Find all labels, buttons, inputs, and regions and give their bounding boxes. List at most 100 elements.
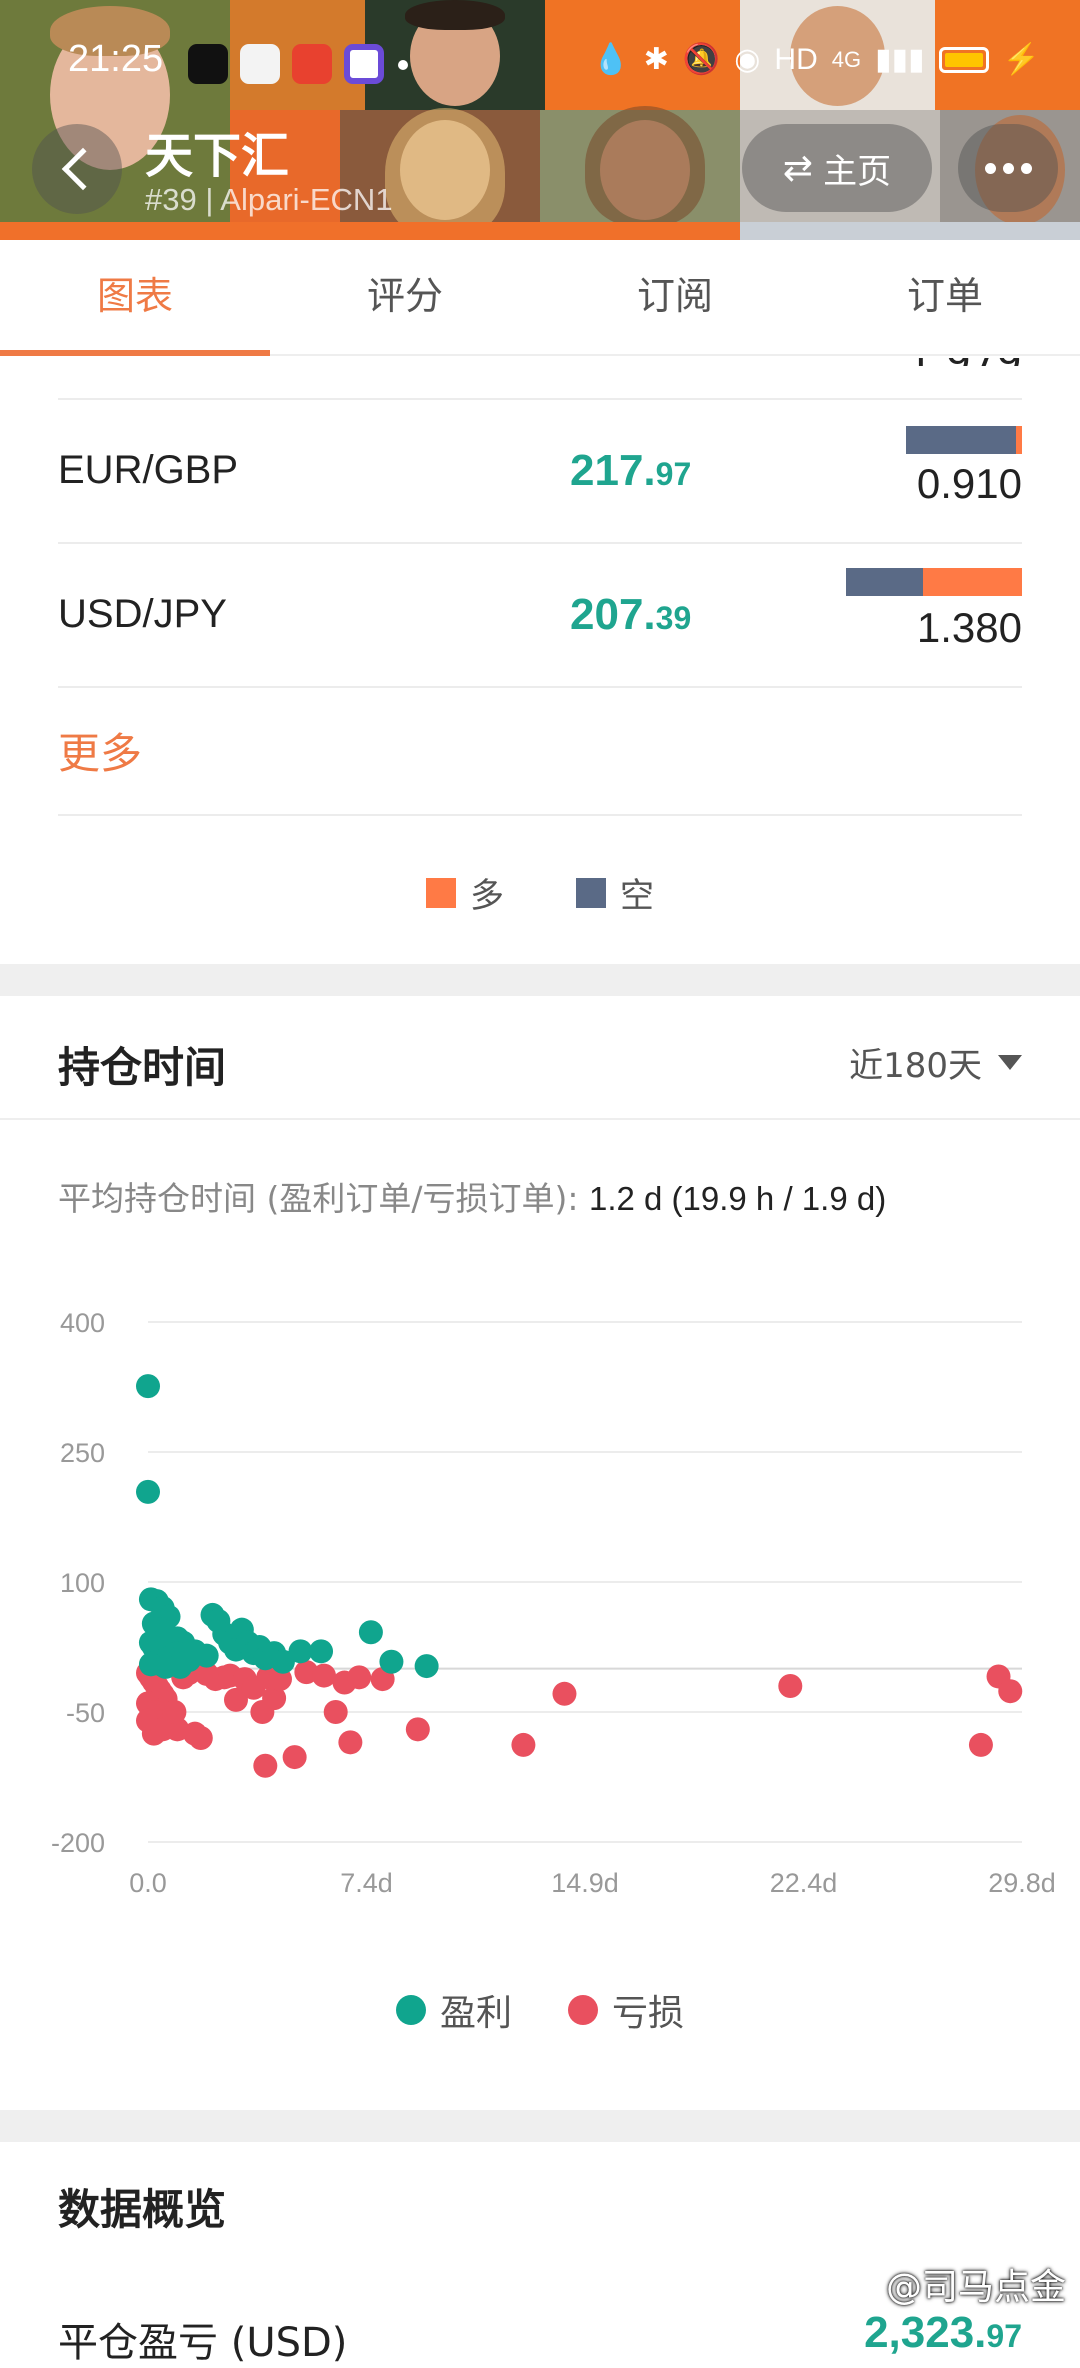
legend-swatch xyxy=(426,877,456,908)
more-options-button[interactable] xyxy=(958,124,1058,212)
average-holding-value: 1.2 d (19.9 h / 1.9 d) xyxy=(588,1180,887,1217)
more-pairs-link[interactable]: 更多 xyxy=(58,720,142,781)
home-button-label: 主页 xyxy=(823,151,892,192)
y-tick-label: 400 xyxy=(60,1308,105,1338)
pair-name: USD/JPY xyxy=(58,592,227,636)
pair-profit: 207.39 xyxy=(570,590,692,639)
scatter-point xyxy=(323,1700,348,1724)
scatter-point xyxy=(194,1643,219,1668)
dot-icon xyxy=(398,60,408,70)
more-dots-icon xyxy=(984,162,996,174)
legend-long: 多 xyxy=(426,868,504,917)
signal-icon: ▮▮▮ xyxy=(875,43,925,76)
bluetooth-icon: ✱ xyxy=(643,43,669,76)
x-tick-label: 0.0 xyxy=(129,1868,167,1898)
tab-orders[interactable]: 订单 xyxy=(810,240,1080,354)
pair-profit: 217.97 xyxy=(570,446,692,495)
scatter-point xyxy=(379,1649,404,1674)
battery-icon xyxy=(938,46,989,73)
pair-list: 1.979 EUR/GBP 217.97 0.910 USD/JPY 207.3… xyxy=(0,356,1080,962)
back-arrow-icon xyxy=(61,147,105,191)
app-icon xyxy=(292,44,332,84)
home-button[interactable]: ⇄ 主页 xyxy=(742,124,932,212)
network-label: HD xyxy=(774,42,818,76)
holding-time-scatter-chart: 400 250 100 -50 -200 0.0 7.4d 14.9d 22.4d 29.8d xyxy=(51,1308,1056,1898)
legend-short: 空 xyxy=(576,868,654,917)
signal-label: 4G xyxy=(831,46,862,72)
app-icon xyxy=(344,44,384,84)
section-divider xyxy=(0,2110,1080,2142)
pair-name: EUR/GBP xyxy=(58,448,239,492)
scatter-point xyxy=(188,1726,213,1750)
overview-value: 2,323.97 xyxy=(864,2308,1022,2357)
short-bar-segment xyxy=(906,426,1017,454)
section-title: 持仓时间 xyxy=(58,1043,227,1092)
x-tick-label: 29.8d xyxy=(988,1868,1056,1898)
y-tick-label: 100 xyxy=(60,1568,105,1598)
scatter-point xyxy=(288,1639,313,1664)
water-drop-icon: 💧 xyxy=(592,43,630,76)
tab-rating[interactable]: 评分 xyxy=(270,240,540,354)
pair-lots: 0.910 xyxy=(916,460,1022,507)
y-tick-label: -50 xyxy=(66,1698,105,1728)
scatter-point xyxy=(552,1681,577,1706)
location-icon: ◉ xyxy=(734,43,761,76)
pair-row[interactable]: USD/JPY 207.39 1.380 xyxy=(58,544,1022,686)
watermark: @司马点金 xyxy=(885,2267,1066,2308)
charging-icon: ⚡ xyxy=(1002,43,1040,76)
scatter-point xyxy=(778,1674,803,1698)
tiktok-icon xyxy=(188,44,228,84)
long-short-bar xyxy=(846,568,1022,596)
overview-title: 数据概览 xyxy=(58,2185,227,2234)
dropdown-arrow-icon xyxy=(998,1055,1022,1070)
legend-loss: 亏损 xyxy=(568,1984,684,2036)
long-bar-segment xyxy=(1016,426,1022,454)
swap-icon: ⇄ xyxy=(782,147,814,189)
section-divider xyxy=(0,964,1080,996)
app-icon xyxy=(240,44,280,84)
scatter-point xyxy=(282,1745,307,1770)
clipped-lots-value: 1.979 xyxy=(907,358,1022,366)
short-bar-segment xyxy=(846,568,924,596)
divider xyxy=(58,814,1022,816)
banner-accent-bar xyxy=(0,222,740,240)
x-tick-label: 14.9d xyxy=(551,1868,619,1898)
mute-icon: 🔕 xyxy=(682,43,721,76)
scatter-point xyxy=(511,1732,536,1757)
holding-time-header: 持仓时间 近180天 xyxy=(0,996,1080,1120)
legend-profit: 盈利 xyxy=(395,1984,512,2036)
average-holding-time: 平均持仓时间 (盈利订单/亏损订单): 1.2 d (19.9 h / 1.9 … xyxy=(58,1179,887,1218)
scatter-point xyxy=(405,1717,430,1742)
page-title: 天下汇 xyxy=(145,128,290,184)
overview-label: 平仓盈亏 (USD) xyxy=(58,2320,348,2366)
long-bar-segment xyxy=(923,568,1022,596)
back-button[interactable] xyxy=(32,124,122,214)
scatter-legend: 盈利 亏损 xyxy=(0,1984,1080,2036)
range-dropdown[interactable]: 近180天 xyxy=(849,1038,1022,1087)
scatter-point xyxy=(162,1700,187,1724)
scatter-point xyxy=(136,1374,160,1399)
status-time: 21:25 xyxy=(68,38,164,80)
long-short-bar xyxy=(906,426,1022,454)
legend-dot xyxy=(395,1995,426,2025)
scatter-point xyxy=(968,1732,993,1757)
status-bar: 21:25 💧 ✱ 🔕 ◉ HD 4G ▮▮▮ ⚡ xyxy=(0,0,1080,130)
pair-row[interactable]: EUR/GBP 217.97 0.910 xyxy=(58,400,1022,542)
tab-subscribe[interactable]: 订阅 xyxy=(540,240,810,354)
legend-dot xyxy=(568,1995,598,2025)
range-label: 近180天 xyxy=(849,1046,982,1086)
scatter-point xyxy=(253,1753,278,1778)
tab-chart[interactable]: 图表 xyxy=(0,240,270,356)
page-subtitle: #39 | Alpari-ECN1 xyxy=(145,182,393,217)
scatter-point xyxy=(358,1620,383,1645)
scatter-point xyxy=(347,1665,372,1690)
pair-lots: 1.380 xyxy=(916,604,1022,651)
scatter-point xyxy=(168,1654,193,1679)
scatter-point xyxy=(414,1654,439,1679)
long-short-legend: 多 空 xyxy=(0,868,1080,917)
x-tick-label: 22.4d xyxy=(770,1868,838,1898)
tab-bar: 图表 评分 订阅 订单 xyxy=(0,240,1080,356)
y-tick-label: -200 xyxy=(51,1828,105,1858)
legend-swatch xyxy=(576,877,606,908)
x-tick-label: 7.4d xyxy=(340,1868,393,1898)
